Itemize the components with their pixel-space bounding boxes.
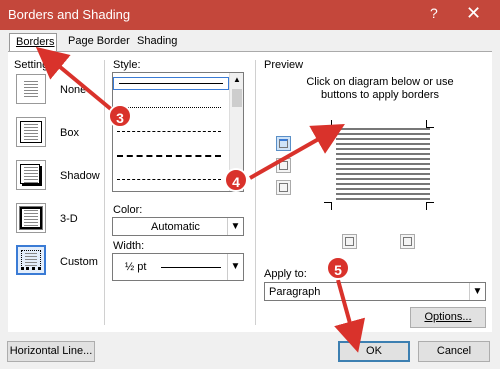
annotation-arrows: [35, 46, 366, 353]
annotation-badge-3: 3: [108, 104, 132, 128]
arrow-to-borders-tab: [35, 46, 114, 112]
annotation-badge-4: 4: [224, 168, 248, 192]
borders-and-shading-dialog: Borders and Shading ? ✕ Borders Page Bor…: [0, 0, 500, 369]
arrow-to-preview-top: [249, 124, 345, 180]
arrow-to-ok: [334, 279, 366, 353]
annotation-badge-5: 5: [326, 256, 350, 280]
